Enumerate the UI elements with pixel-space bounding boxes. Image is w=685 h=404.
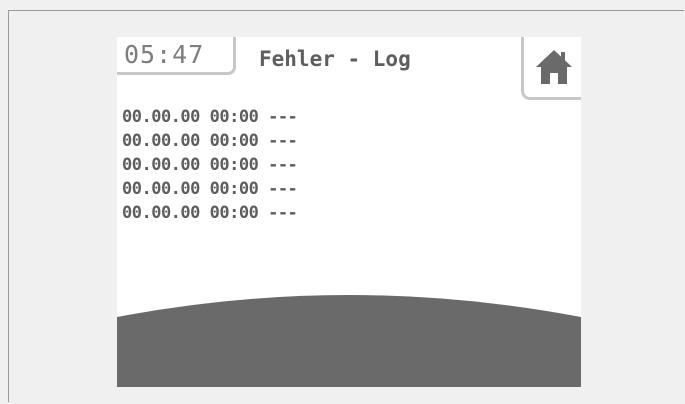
log-entry-message: ---: [268, 155, 298, 175]
clock-time: 05:47: [124, 40, 205, 69]
footer-arc: [117, 295, 581, 387]
log-entry-date: 00.00.00: [122, 179, 200, 199]
log-entry-time: 00:00: [209, 155, 259, 175]
log-entry: 00.00.00 00:00 ---: [122, 153, 298, 177]
home-icon: [536, 50, 572, 84]
log-entry-date: 00.00.00: [122, 107, 200, 127]
clock-box: 05:47: [117, 37, 236, 75]
page-title: Fehler - Log: [259, 47, 411, 71]
log-entry: 00.00.00 00:00 ---: [122, 105, 298, 129]
log-entry: 00.00.00 00:00 ---: [122, 129, 298, 153]
display-screen: 05:47 Fehler - Log 00.00.00 00:00 --- 00…: [117, 37, 581, 387]
log-entry: 00.00.00 00:00 ---: [122, 201, 298, 225]
log-entry-time: 00:00: [209, 179, 259, 199]
error-log-list: 00.00.00 00:00 --- 00.00.00 00:00 --- 00…: [122, 105, 298, 225]
home-button[interactable]: [521, 37, 581, 100]
log-entry-date: 00.00.00: [122, 155, 200, 175]
log-entry-date: 00.00.00: [122, 131, 200, 151]
log-entry-time: 00:00: [209, 131, 259, 151]
log-entry-time: 00:00: [209, 107, 259, 127]
log-entry-time: 00:00: [209, 203, 259, 223]
log-entry-date: 00.00.00: [122, 203, 200, 223]
log-entry-message: ---: [268, 203, 298, 223]
log-entry-message: ---: [268, 107, 298, 127]
log-entry: 00.00.00 00:00 ---: [122, 177, 298, 201]
log-entry-message: ---: [268, 131, 298, 151]
log-entry-message: ---: [268, 179, 298, 199]
